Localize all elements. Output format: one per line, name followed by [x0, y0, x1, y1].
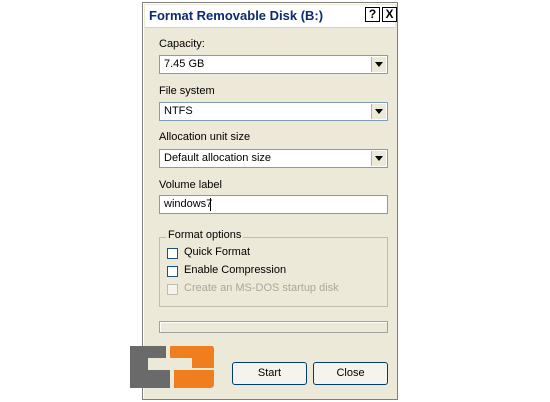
capacity-label: Capacity: — [159, 38, 205, 50]
format-progress-bar — [159, 321, 388, 333]
close-button[interactable]: Close — [313, 362, 388, 385]
format-options-title: Format options — [166, 229, 244, 241]
enable-compression-checkbox[interactable] — [167, 266, 178, 277]
watermark-logo — [130, 346, 214, 388]
title-bar[interactable]: Format Removable Disk (B:) ? X — [145, 5, 397, 28]
msdos-startup-checkbox — [167, 284, 178, 295]
enable-compression-label[interactable]: Enable Compression — [184, 264, 286, 276]
allocation-unit-select[interactable]: Default allocation size — [159, 149, 388, 168]
file-system-label: File system — [159, 85, 215, 97]
dialog-title: Format Removable Disk (B:) — [149, 8, 324, 23]
text-caret — [210, 198, 211, 211]
volume-label-input[interactable]: windows7 — [159, 195, 388, 214]
capacity-select[interactable]: 7.45 GB — [159, 55, 388, 74]
allocation-unit-value: Default allocation size — [164, 152, 272, 164]
close-window-button[interactable]: X — [382, 7, 397, 22]
chevron-down-icon[interactable] — [371, 151, 386, 166]
msdos-startup-label: Create an MS-DOS startup disk — [184, 282, 339, 294]
volume-label-value: windows7 — [164, 198, 213, 210]
start-button[interactable]: Start — [232, 362, 307, 385]
quick-format-label[interactable]: Quick Format — [184, 246, 250, 258]
capacity-value: 7.45 GB — [164, 58, 205, 70]
format-dialog: Format Removable Disk (B:) ? X Capacity:… — [142, 2, 398, 400]
chevron-down-icon[interactable] — [371, 104, 386, 119]
quick-format-checkbox[interactable] — [167, 248, 178, 259]
file-system-value: NTFS — [164, 105, 193, 117]
volume-label-label: Volume label — [159, 179, 222, 191]
chevron-down-icon[interactable] — [371, 57, 386, 72]
allocation-unit-label: Allocation unit size — [159, 131, 251, 143]
help-button[interactable]: ? — [365, 7, 380, 22]
file-system-select[interactable]: NTFS — [159, 102, 388, 121]
